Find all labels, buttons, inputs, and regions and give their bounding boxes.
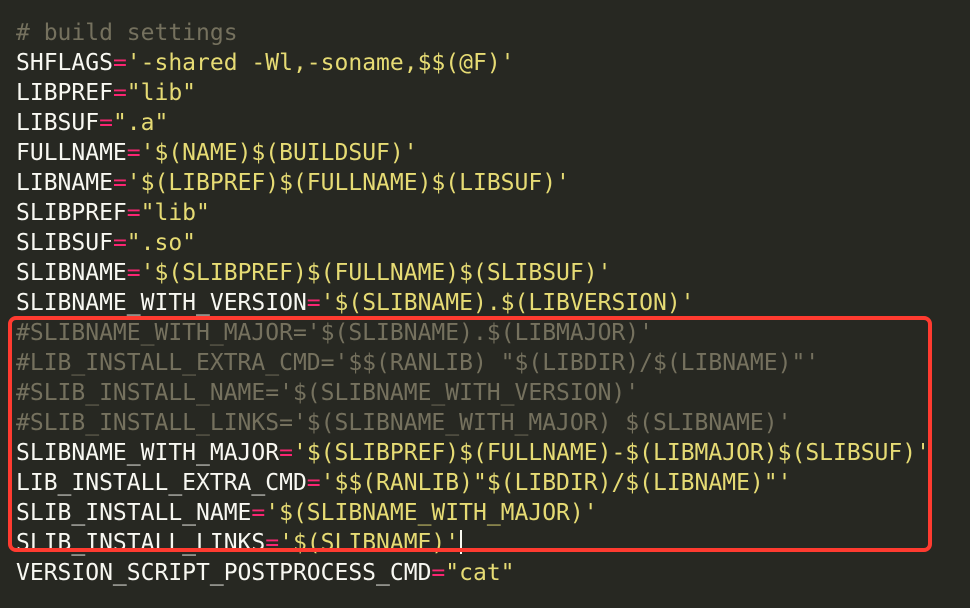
variable-name: SLIB_INSTALL_LINKS (16, 530, 266, 556)
string-value: '$(SLIBNAME_WITH_MAJOR)' (265, 500, 598, 526)
assignment-operator: = (112, 50, 127, 76)
variable-name: SLIBNAME_WITH_VERSION (16, 290, 307, 316)
code-line[interactable]: #SLIBNAME_WITH_MAJOR='$(SLIBNAME).$(LIBM… (16, 318, 930, 348)
code-line[interactable]: LIBSUF=".a" (16, 108, 930, 138)
code-comment: #SLIBNAME_WITH_MAJOR='$(SLIBNAME).$(LIBM… (16, 320, 653, 346)
assignment-operator: = (112, 80, 127, 106)
variable-name: LIB_INSTALL_EXTRA_CMD (16, 470, 307, 496)
code-line[interactable]: LIBNAME='$(LIBPREF)$(FULLNAME)$(LIBSUF)' (16, 168, 930, 198)
code-comment: #SLIB_INSTALL_NAME='$(SLIBNAME_WITH_VERS… (16, 380, 640, 406)
string-value: '$$(RANLIB)"$(LIBDIR)/$(LIBNAME)"' (320, 470, 792, 496)
variable-name: LIBPREF (16, 80, 113, 106)
code-line[interactable]: SLIB_INSTALL_LINKS='$(SLIBNAME)' (16, 528, 930, 558)
code-line[interactable]: #SLIB_INSTALL_LINKS='$(SLIBNAME_WITH_MAJ… (16, 408, 930, 438)
assignment-operator: = (279, 440, 293, 466)
code-line[interactable]: SLIBSUF=".so" (16, 228, 930, 258)
string-value: '-shared -Wl,-soname,$$(@F)' (126, 50, 515, 76)
code-line[interactable]: LIBPREF="lib" (16, 78, 930, 108)
code-editor[interactable]: # build settings SHFLAGS='-shared -Wl,-so… (0, 0, 970, 608)
variable-name: FULLNAME (16, 140, 127, 166)
assignment-operator: = (126, 260, 141, 286)
assignment-operator: = (251, 500, 266, 526)
code-comment: # build settings (16, 20, 238, 46)
string-value: '$(SLIBNAME).$(LIBVERSION)' (320, 290, 695, 316)
assignment-operator: = (112, 170, 127, 196)
code-comment: #SLIB_INSTALL_LINKS='$(SLIBNAME_WITH_MAJ… (16, 410, 792, 436)
string-value: ".so" (126, 230, 197, 256)
text-cursor (460, 530, 463, 554)
code-line[interactable]: #SLIB_INSTALL_NAME='$(SLIBNAME_WITH_VERS… (16, 378, 930, 408)
assignment-operator: = (112, 230, 127, 256)
assignment-operator: = (265, 530, 280, 556)
string-value: '$(LIBPREF)$(FULLNAME)$(LIBSUF)' (126, 170, 570, 196)
code-line[interactable]: SLIBNAME='$(SLIBPREF)$(FULLNAME)$(SLIBSU… (16, 258, 930, 288)
string-value: '$(NAME)$(BUILDSUF)' (140, 140, 418, 166)
variable-name: SLIBNAME_WITH_MAJOR (16, 440, 280, 466)
string-value: "lib" (140, 200, 210, 226)
code-area[interactable]: # build settings SHFLAGS='-shared -Wl,-so… (16, 18, 930, 588)
variable-name: VERSION_SCRIPT_POSTPROCESS_CMD (16, 560, 432, 586)
code-line[interactable]: VERSION_SCRIPT_POSTPROCESS_CMD="cat" (16, 558, 930, 588)
code-comment: #LIB_INSTALL_EXTRA_CMD='$$(RANLIB) "$(LI… (16, 350, 820, 376)
variable-name: LIBSUF (16, 110, 100, 136)
string-value: '$(SLIBNAME)' (279, 530, 460, 556)
string-value: "cat" (445, 560, 515, 586)
code-line[interactable]: SLIBNAME_WITH_VERSION='$(SLIBNAME).$(LIB… (16, 288, 930, 318)
variable-name: SLIB_INSTALL_NAME (16, 500, 252, 526)
variable-name: SLIBSUF (16, 230, 113, 256)
code-line[interactable]: SLIBNAME_WITH_MAJOR='$(SLIBPREF)$(FULLNA… (16, 438, 930, 468)
code-line[interactable]: SLIBPREF="lib" (16, 198, 930, 228)
variable-name: SLIBPREF (16, 200, 127, 226)
variable-name: SLIBNAME (16, 260, 127, 286)
assignment-operator: = (431, 560, 446, 586)
code-line[interactable]: LIB_INSTALL_EXTRA_CMD='$$(RANLIB)"$(LIBD… (16, 468, 930, 498)
assignment-operator: = (126, 140, 141, 166)
code-line[interactable]: SLIB_INSTALL_NAME='$(SLIBNAME_WITH_MAJOR… (16, 498, 930, 528)
assignment-operator: = (306, 290, 321, 316)
assignment-operator: = (126, 200, 141, 226)
code-line[interactable]: #LIB_INSTALL_EXTRA_CMD='$$(RANLIB) "$(LI… (16, 348, 930, 378)
string-value: "lib" (126, 80, 197, 106)
string-value: '$(SLIBPREF)$(FULLNAME)$(SLIBSUF)' (140, 260, 612, 286)
string-value: ".a" (112, 110, 169, 136)
variable-name: LIBNAME (16, 170, 113, 196)
code-line[interactable]: # build settings (16, 18, 930, 48)
assignment-operator: = (306, 470, 321, 496)
variable-name: SHFLAGS (16, 50, 113, 76)
string-value: '$(SLIBPREF)$(FULLNAME)-$(LIBMAJOR)$(SLI… (292, 440, 930, 466)
code-line[interactable]: SHFLAGS='-shared -Wl,-soname,$$(@F)' (16, 48, 930, 78)
code-line[interactable]: FULLNAME='$(NAME)$(BUILDSUF)' (16, 138, 930, 168)
assignment-operator: = (99, 110, 113, 136)
